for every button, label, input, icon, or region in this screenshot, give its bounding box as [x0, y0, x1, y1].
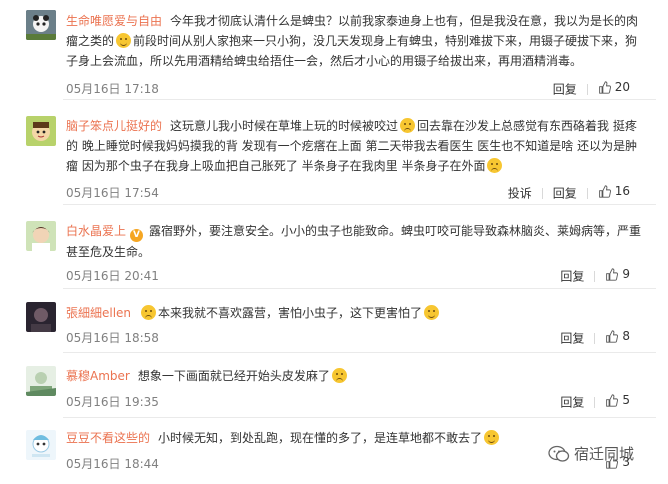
comment-body: 露宿野外，要注意安全。小小的虫子也能致命。蜱虫叮咬可能导致森林脑炎、莱姆病等，严… — [66, 224, 642, 259]
like-button[interactable]: 9 — [605, 267, 630, 281]
comment-username[interactable]: 豆豆不看这些的 — [66, 431, 150, 445]
comment-time: 05月16日 19:35 — [66, 395, 159, 409]
like-button[interactable]: 16 — [598, 184, 630, 198]
reply-button[interactable]: 回复 — [560, 270, 584, 284]
scared-emoji-icon — [141, 305, 157, 320]
comment-item: 白水晶爱上 V 露宿野外，要注意安全。小小的虫子也能致命。蜱虫叮咬可能导致森林脑炎、… — [0, 205, 668, 289]
thumbs-up-icon — [606, 393, 619, 407]
comment-username[interactable]: 張細細ellen — [66, 306, 131, 320]
action-divider — [594, 396, 596, 408]
comment-item: 脑子笨点儿挺好的 这玩意儿我小时候在草堆上玩的时候被咬过 回去靠在沙发上总感觉有东西… — [0, 100, 668, 205]
watermark: 宿迁同城 — [548, 443, 634, 464]
avatar[interactable] — [26, 10, 56, 40]
comment-item: 生命唯愿爱与自由 今年我才彻底认清什么是蜱虫？以前我家泰迪身上也有，但是我没在意，… — [0, 0, 668, 100]
thumbs-up-icon — [606, 329, 619, 343]
avatar[interactable] — [26, 430, 56, 460]
laughing-emoji-icon — [116, 33, 132, 48]
comment-time: 05月16日 18:44 — [66, 457, 159, 471]
action-divider — [594, 270, 596, 282]
reply-button[interactable]: 回复 — [553, 187, 577, 201]
comment-actions: 回复 20 — [553, 80, 630, 98]
verified-badge-icon: V — [130, 229, 144, 242]
watermark-text: 宿迁同城 — [574, 445, 635, 463]
comment-text: 慕穆Amber 想象一下画面就已经开始头皮发麻了 — [66, 366, 644, 386]
scared-emoji-icon — [331, 368, 347, 383]
comment-username[interactable]: 白水晶爱上 — [66, 224, 126, 238]
avatar[interactable] — [26, 366, 56, 396]
comment-body: 想象一下画面就已经开始头皮发麻了 — [137, 369, 330, 383]
crying-emoji-icon — [487, 158, 503, 173]
like-count: 8 — [622, 329, 630, 343]
comment-text: 脑子笨点儿挺好的 这玩意儿我小时候在草堆上玩的时候被咬过 回去靠在沙发上总感觉有东西… — [66, 116, 644, 176]
like-count: 20 — [614, 80, 630, 94]
avatar[interactable] — [26, 116, 56, 146]
comment-time: 05月16日 17:54 — [66, 186, 159, 200]
comment-body-continued: 前段时间从别人家抱来一只小狗，没几天发现身上有蜱虫，特别难拔下来，用镊子硬拔下来… — [66, 34, 638, 68]
reply-button[interactable]: 回复 — [553, 83, 577, 97]
avatar[interactable] — [26, 221, 56, 251]
comment-username[interactable]: 慕穆Amber — [66, 369, 130, 383]
laughing-emoji-icon — [484, 430, 500, 445]
comment-list: 生命唯愿爱与自由 今年我才彻底认清什么是蜱虫？以前我家泰迪身上也有，但是我没在意，… — [0, 0, 668, 484]
report-button[interactable]: 投诉 — [508, 187, 532, 201]
action-divider — [541, 187, 543, 199]
action-divider — [594, 332, 596, 344]
avatar[interactable] — [26, 302, 56, 332]
comment-body: 本来我就不喜欢露营，害怕小虫子，这下更害怕了 — [158, 306, 423, 320]
like-button[interactable]: 5 — [605, 393, 630, 407]
thumbs-up-icon — [598, 80, 611, 94]
comment-actions: 投诉 回复 16 — [508, 184, 630, 202]
action-divider — [586, 83, 588, 95]
comment-item: 張細細ellen 本来我就不喜欢露营，害怕小虫子，这下更害怕了 05月16日 18… — [0, 289, 668, 353]
comment-body: 小时候无知，到处乱跑，现在懂的多了，是连草地都不敢去了 — [158, 431, 483, 445]
reply-button[interactable]: 回复 — [560, 332, 584, 346]
comment-time: 05月16日 20:41 — [66, 269, 159, 283]
like-count: 9 — [622, 267, 630, 281]
comment-actions: 回复 9 — [560, 267, 630, 285]
comment-text: 張細細ellen 本来我就不喜欢露营，害怕小虫子，这下更害怕了 — [66, 303, 644, 323]
like-count: 5 — [622, 393, 630, 407]
comment-item: 慕穆Amber 想象一下画面就已经开始头皮发麻了 05月16日 19:35 回复 5 — [0, 353, 668, 418]
like-count: 16 — [614, 184, 630, 198]
comment-actions: 回复 5 — [560, 393, 630, 411]
like-button[interactable]: 8 — [605, 329, 630, 343]
thumbs-up-icon — [598, 184, 611, 198]
comment-username[interactable]: 脑子笨点儿挺好的 — [66, 119, 162, 133]
comment-time: 05月16日 18:58 — [66, 331, 159, 345]
like-button[interactable]: 20 — [598, 80, 630, 94]
wechat-icon — [548, 445, 570, 462]
comment-body: 这玩意儿我小时候在草堆上玩的时候被咬过 — [170, 119, 399, 133]
reply-button[interactable]: 回复 — [560, 396, 584, 410]
crying-emoji-icon — [400, 118, 416, 133]
thumbs-up-icon — [606, 267, 619, 281]
comment-text: 生命唯愿爱与自由 今年我才彻底认清什么是蜱虫？以前我家泰迪身上也有，但是我没在意，… — [66, 11, 644, 71]
comment-text: 白水晶爱上 V 露宿野外，要注意安全。小小的虫子也能致命。蜱虫叮咬可能导致森林脑炎、… — [66, 221, 644, 262]
cat-emoji-icon — [424, 305, 440, 320]
comment-time: 05月16日 17:18 — [66, 82, 159, 96]
comment-username[interactable]: 生命唯愿爱与自由 — [66, 14, 162, 28]
comment-actions: 回复 8 — [560, 329, 630, 347]
action-divider — [586, 187, 588, 199]
